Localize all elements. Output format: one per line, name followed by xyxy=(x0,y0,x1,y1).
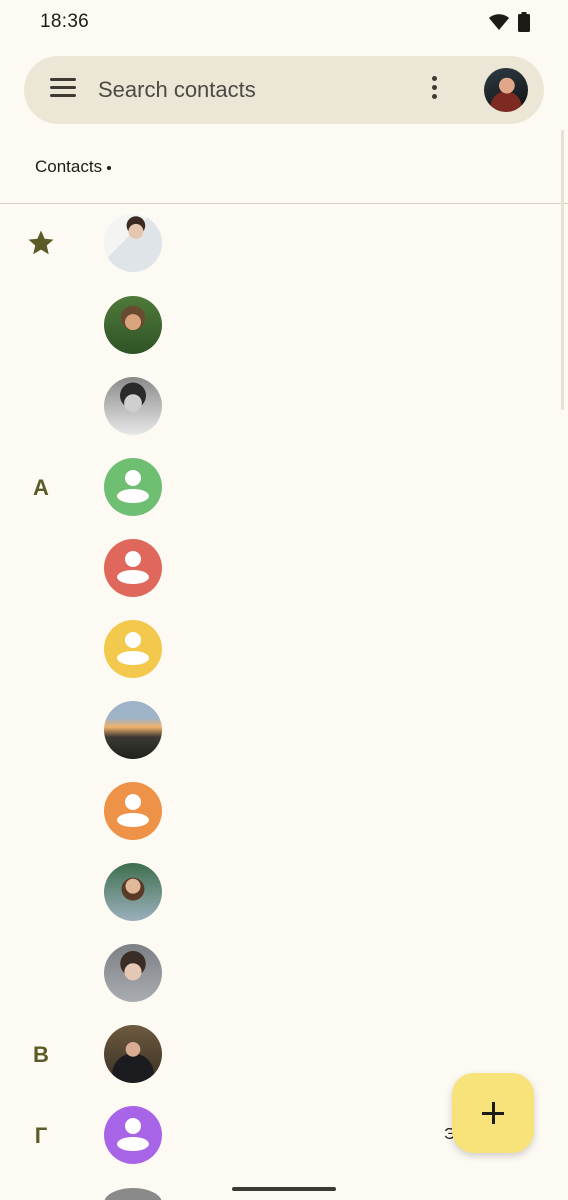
section-letter: Г xyxy=(34,1123,48,1148)
contact-placeholder-avatar xyxy=(104,458,162,516)
search-bar[interactable]: Search contacts xyxy=(24,56,544,124)
contact-placeholder-avatar xyxy=(104,1106,162,1164)
status-icons xyxy=(488,12,530,32)
contact-row[interactable] xyxy=(0,771,568,852)
battery-icon xyxy=(518,12,530,32)
contact-photo xyxy=(104,701,162,759)
contact-row[interactable] xyxy=(0,690,568,771)
menu-icon[interactable] xyxy=(50,78,78,102)
contact-photo xyxy=(104,1188,162,1200)
contact-photo xyxy=(104,863,162,921)
more-options-icon[interactable] xyxy=(428,76,440,104)
contact-photo xyxy=(104,214,162,272)
home-indicator[interactable] xyxy=(232,1187,336,1191)
contact-photo xyxy=(104,1025,162,1083)
contact-row[interactable] xyxy=(0,204,568,285)
contact-row[interactable] xyxy=(0,528,568,609)
contact-row[interactable] xyxy=(0,366,568,447)
contact-row[interactable] xyxy=(0,852,568,933)
contact-row[interactable] xyxy=(0,285,568,366)
contact-placeholder-avatar xyxy=(104,782,162,840)
filter-dot xyxy=(107,165,112,170)
account-avatar[interactable] xyxy=(484,68,528,112)
contact-placeholder-avatar xyxy=(104,539,162,597)
search-input[interactable]: Search contacts xyxy=(98,77,256,103)
contact-placeholder-avatar xyxy=(104,620,162,678)
contact-photo xyxy=(104,377,162,435)
contacts-filter-label: Contacts xyxy=(35,157,103,176)
wifi-icon xyxy=(489,14,509,30)
contact-photo xyxy=(104,944,162,1002)
contact-photo xyxy=(104,296,162,354)
section-letter: В xyxy=(33,1042,49,1067)
add-contact-button[interactable] xyxy=(452,1073,534,1153)
contact-row[interactable] xyxy=(0,933,568,1014)
contacts-filter[interactable]: Contacts xyxy=(35,157,112,177)
contact-row[interactable] xyxy=(0,609,568,690)
status-time: 18:36 xyxy=(40,11,90,32)
section-letter: А xyxy=(33,475,49,500)
status-bar: 18:36 xyxy=(0,0,568,46)
contact-row[interactable]: А xyxy=(0,447,568,528)
star-icon xyxy=(28,230,54,255)
